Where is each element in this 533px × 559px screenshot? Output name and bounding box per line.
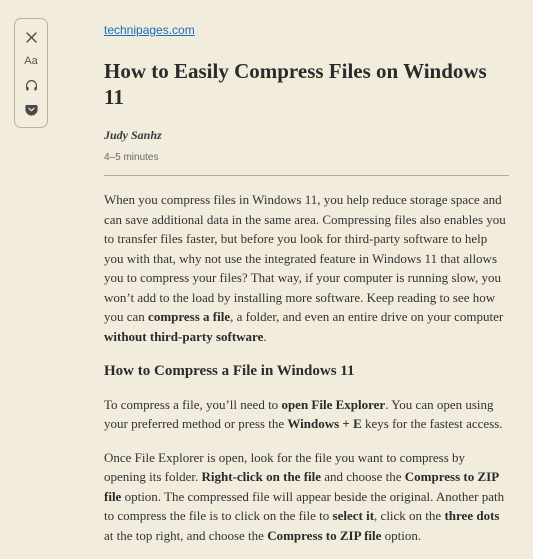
close-button[interactable]	[15, 25, 47, 49]
divider	[104, 175, 509, 176]
paragraph: Once File Explorer is open, look for the…	[104, 448, 509, 546]
source-link[interactable]: technipages.com	[104, 23, 195, 37]
close-icon	[26, 32, 37, 43]
pocket-icon	[25, 103, 38, 116]
reading-time: 4–5 minutes	[104, 150, 509, 165]
listen-button[interactable]	[15, 73, 47, 97]
section-heading: How to Compress a File in Windows 11	[104, 360, 509, 383]
type-icon: Aa	[24, 55, 37, 67]
save-to-pocket-button[interactable]	[15, 97, 47, 121]
reader-toolbar: Aa	[14, 18, 48, 128]
article-content: technipages.com How to Easily Compress F…	[104, 20, 509, 559]
paragraph: To compress a file, you’ll need to open …	[104, 395, 509, 434]
author-name: Judy Sanhz	[104, 126, 509, 144]
paragraph: When you compress files in Windows 11, y…	[104, 190, 509, 346]
page-title: How to Easily Compress Files on Windows …	[104, 58, 509, 111]
type-controls-button[interactable]: Aa	[15, 49, 47, 73]
headphones-icon	[25, 79, 38, 92]
